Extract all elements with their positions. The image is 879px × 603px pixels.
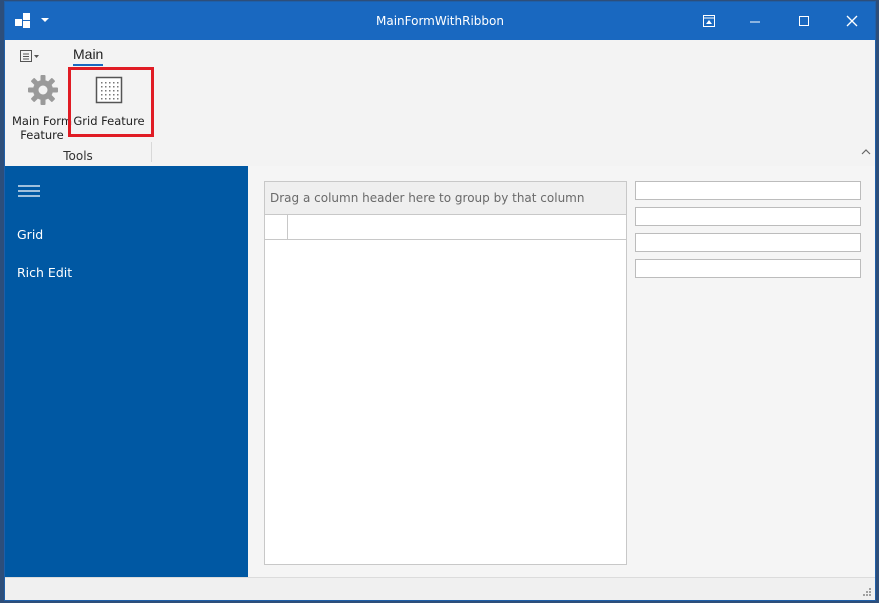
content-area: Drag a column header here to group by th… bbox=[248, 166, 875, 580]
navigation-sidebar: Grid Rich Edit bbox=[5, 166, 248, 580]
collapse-ribbon-icon[interactable] bbox=[861, 148, 871, 156]
close-icon bbox=[846, 15, 858, 27]
text-field-1[interactable] bbox=[635, 181, 861, 200]
highlight-box bbox=[68, 67, 154, 137]
sidebar-item-grid[interactable]: Grid bbox=[17, 227, 43, 242]
text-field-3[interactable] bbox=[635, 233, 861, 252]
main-form-feature-label-line1: Main Form bbox=[11, 114, 73, 128]
ribbon-group-label-tools: Tools bbox=[63, 149, 93, 163]
minimize-button[interactable] bbox=[732, 2, 778, 40]
resize-grip-icon[interactable] bbox=[860, 585, 872, 597]
layout-icon bbox=[703, 15, 715, 27]
status-bar bbox=[5, 577, 875, 600]
data-grid[interactable]: Drag a column header here to group by th… bbox=[264, 181, 627, 565]
sidebar-item-rich-edit[interactable]: Rich Edit bbox=[17, 265, 72, 280]
tab-main[interactable]: Main bbox=[73, 46, 104, 66]
group-by-panel[interactable]: Drag a column header here to group by th… bbox=[265, 182, 626, 215]
main-form-feature-button[interactable]: Main Form Feature bbox=[9, 74, 75, 144]
restore-layout-button[interactable] bbox=[686, 2, 732, 40]
row-indicator-header[interactable] bbox=[265, 215, 288, 239]
main-form-feature-label-line2: Feature bbox=[20, 128, 64, 142]
title-bar: MainFormWithRibbon bbox=[5, 2, 875, 40]
close-button[interactable] bbox=[829, 2, 875, 40]
column-header-row[interactable] bbox=[265, 215, 626, 240]
ribbon-group-separator bbox=[151, 142, 152, 162]
hamburger-menu-icon[interactable] bbox=[18, 184, 40, 198]
text-field-4[interactable] bbox=[635, 259, 861, 278]
gear-icon bbox=[28, 75, 58, 105]
text-field-2[interactable] bbox=[635, 207, 861, 226]
application-menu-icon[interactable] bbox=[19, 48, 43, 64]
maximize-button[interactable] bbox=[781, 2, 827, 40]
ribbon: Main Main Form Feature Grid Feature Tool… bbox=[5, 40, 875, 167]
maximize-icon bbox=[799, 16, 809, 26]
minimize-icon bbox=[750, 21, 760, 23]
main-window: MainFormWithRibbon Main Main Form Featur… bbox=[4, 1, 876, 601]
